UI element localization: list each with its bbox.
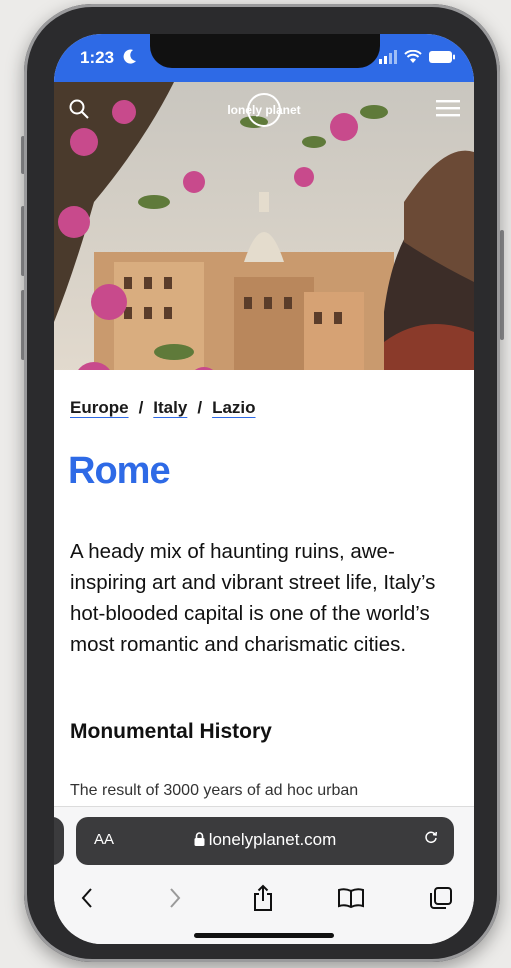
moon-icon: [122, 48, 138, 71]
breadcrumb: Europe / Italy / Lazio: [70, 398, 256, 418]
notch: [150, 34, 380, 68]
browser-toolbar: [54, 879, 474, 919]
intro-paragraph: A heady mix of haunting ruins, awe-inspi…: [70, 540, 436, 656]
section-text: The result of 3000 years of ad hoc urban: [70, 782, 359, 799]
tabs-icon[interactable]: [426, 883, 456, 913]
phone-screen: 1:23 lonely planet Europe / Italy / Lazi…: [54, 34, 474, 944]
browser-bottom-bar: AA lonelyplanet.com: [54, 806, 474, 944]
bookmarks-icon[interactable]: [336, 883, 366, 913]
page-title: Rome: [68, 450, 171, 492]
url-display[interactable]: lonelyplanet.com: [76, 830, 454, 851]
share-icon[interactable]: [248, 883, 278, 913]
status-time: 1:23: [80, 48, 115, 67]
previous-tab-preview[interactable]: [54, 817, 64, 865]
main-content: Europe / Italy / Lazio Rome A heady mix of h…: [54, 370, 474, 840]
breadcrumb-europe[interactable]: Europe: [70, 398, 129, 417]
breadcrumb-separator: /: [197, 398, 203, 417]
breadcrumb-lazio[interactable]: Lazio: [212, 398, 255, 417]
breadcrumb-separator: /: [138, 398, 144, 417]
search-icon[interactable]: [68, 98, 90, 125]
home-indicator[interactable]: [194, 933, 334, 938]
phone-power-button: [500, 230, 504, 340]
wifi-icon: [404, 49, 422, 69]
back-icon[interactable]: [72, 883, 102, 913]
forward-icon[interactable]: [160, 883, 190, 913]
section-heading: Monumental History: [70, 720, 272, 743]
signal-icon: [378, 50, 398, 69]
address-bar[interactable]: AA lonelyplanet.com: [76, 817, 454, 865]
svg-text:lonely planet: lonely planet: [227, 103, 300, 117]
status-bar: 1:23: [54, 34, 474, 82]
url-text: lonelyplanet.com: [208, 830, 337, 849]
reload-icon[interactable]: [424, 830, 438, 849]
menu-icon[interactable]: [436, 98, 460, 123]
lonely-planet-logo[interactable]: lonely planet: [220, 92, 308, 128]
lock-icon: [194, 831, 205, 851]
breadcrumb-italy[interactable]: Italy: [153, 398, 187, 417]
battery-icon: [428, 50, 456, 69]
